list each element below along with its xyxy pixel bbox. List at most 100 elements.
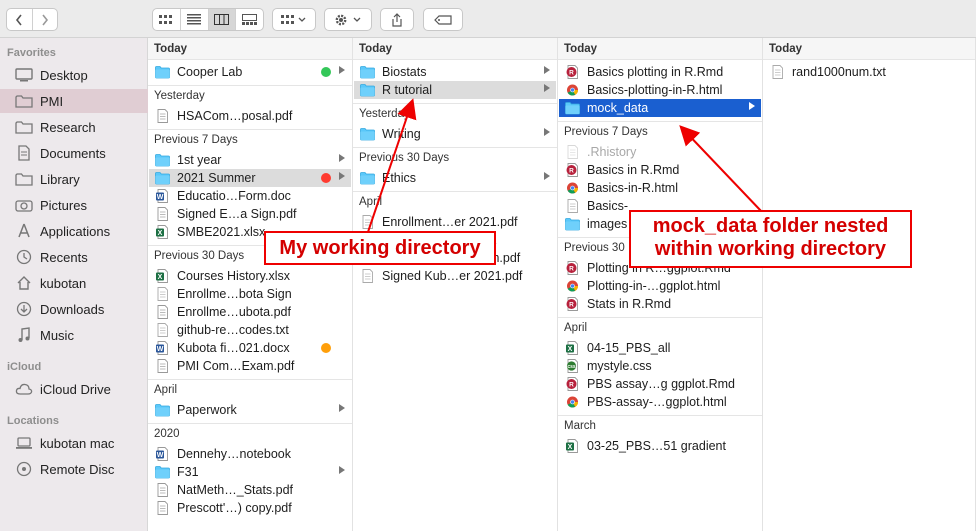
- item-name: github-re…codes.txt: [177, 323, 289, 337]
- folder-row[interactable]: mock_data: [559, 99, 761, 117]
- text-file-icon: [362, 269, 373, 283]
- tag-icon-wrap[interactable]: [424, 9, 462, 30]
- sidebar-item-applications[interactable]: Applications: [0, 219, 148, 243]
- column-view-button[interactable]: [208, 9, 237, 30]
- file-row[interactable]: Basics-plotting-in-R.html: [559, 81, 761, 99]
- favorites-heading: Favorites: [7, 47, 56, 59]
- action-dropdown[interactable]: [324, 8, 372, 31]
- item-name: PBS-assay-…ggplot.html: [587, 395, 727, 409]
- sidebar-item-recents[interactable]: Recents: [0, 245, 148, 269]
- sidebar-item-label: Downloads: [40, 301, 105, 317]
- file-row[interactable]: HSACom…posal.pdf: [149, 107, 351, 125]
- disclosure-chevron-icon: [544, 128, 550, 136]
- file-row[interactable]: Signed Kub…er 2021.pdf: [354, 267, 556, 285]
- folder-icon: [360, 172, 375, 185]
- folder-icon: [565, 102, 580, 115]
- sidebar-item-label: PMI: [40, 93, 64, 109]
- sidebar-item-kubotan[interactable]: kubotan: [0, 271, 148, 295]
- folder-row[interactable]: 2021 Summer: [149, 169, 351, 187]
- item-name: Basics-plotting-in-R.html: [587, 83, 723, 97]
- section-header: Today: [558, 38, 762, 60]
- action-button[interactable]: [325, 9, 371, 30]
- file-row[interactable]: PBS-assay-…ggplot.html: [559, 393, 761, 411]
- file-row[interactable]: W Dennehy…notebook: [149, 445, 351, 463]
- file-row[interactable]: Signed E…a Sign.pdf: [149, 205, 351, 223]
- folder-icon: [565, 218, 580, 231]
- file-row[interactable]: W Kubota fi…021.docx: [149, 339, 351, 357]
- item-name: PMI Com…Exam.pdf: [177, 359, 295, 373]
- sidebar-item-pictures[interactable]: Pictures: [0, 193, 148, 217]
- list-view-button[interactable]: [181, 9, 209, 30]
- sidebar-item-downloads[interactable]: Downloads: [0, 297, 148, 321]
- section-header: April: [353, 191, 557, 211]
- file-row[interactable]: W Educatio…Form.doc: [149, 187, 351, 205]
- share-button[interactable]: [380, 8, 414, 31]
- folder-row[interactable]: 1st year: [149, 151, 351, 169]
- icon-view-button[interactable]: [153, 9, 181, 30]
- file-row[interactable]: Basics-in-R.html: [559, 179, 761, 197]
- file-row[interactable]: PMI Com…Exam.pdf: [149, 357, 351, 375]
- column-2021-summer: Today Biostats R tutorial Yesterday Writing P…: [353, 38, 558, 531]
- file-row[interactable]: R Basics plotting in R.Rmd: [559, 63, 761, 81]
- share-icon-wrap[interactable]: [381, 9, 413, 30]
- sidebar-item-kubotan-mac[interactable]: kubotan mac: [0, 431, 148, 455]
- group-by-dropdown[interactable]: [272, 8, 316, 31]
- sidebar-item-label: Library: [40, 171, 80, 187]
- file-row[interactable]: rand1000num.txt: [764, 63, 974, 81]
- file-row[interactable]: X 04-15_PBS_all: [559, 339, 761, 357]
- folder-row[interactable]: Ethics: [354, 169, 556, 187]
- sidebar-item-remote-disc[interactable]: Remote Disc: [0, 457, 148, 481]
- tags-button[interactable]: [423, 8, 463, 31]
- forward-button[interactable]: [33, 9, 58, 30]
- file-row[interactable]: NatMeth…_Stats.pdf: [149, 481, 351, 499]
- file-row[interactable]: github-re…codes.txt: [149, 321, 351, 339]
- folder-row[interactable]: Paperwork: [149, 401, 351, 419]
- folder-row[interactable]: R tutorial: [354, 81, 556, 99]
- folder-row[interactable]: Biostats: [354, 63, 556, 81]
- sidebar-item-library[interactable]: Library: [0, 167, 148, 191]
- back-button[interactable]: [7, 9, 33, 30]
- file-row[interactable]: Plotting-in-…ggplot.html: [559, 277, 761, 295]
- folder-icon: [155, 404, 170, 417]
- folder-row[interactable]: Writing: [354, 125, 556, 143]
- gallery-view-button[interactable]: [236, 9, 263, 30]
- desktop-icon: [14, 67, 34, 83]
- section-header: 2020: [148, 423, 352, 443]
- item-name: 04-15_PBS_all: [587, 341, 671, 355]
- item-name: Enrollme…bota Sign: [177, 287, 292, 301]
- file-row[interactable]: R PBS assay…g ggplot.Rmd: [559, 375, 761, 393]
- file-row[interactable]: Prescott'…) copy.pdf: [149, 499, 351, 517]
- sidebar-item-music[interactable]: Music: [0, 323, 148, 347]
- file-row[interactable]: R Stats in R.Rmd: [559, 295, 761, 313]
- clock-icon: [14, 249, 34, 265]
- file-row[interactable]: .Rhistory: [559, 143, 761, 161]
- icloud-heading: iCloud: [7, 361, 42, 373]
- file-row[interactable]: Enrollme…bota Sign: [149, 285, 351, 303]
- sidebar-item-desktop[interactable]: Desktop: [0, 63, 148, 87]
- sidebar-item-pmi[interactable]: PMI: [0, 89, 148, 113]
- rmd-file-icon: R: [566, 261, 578, 275]
- group-by-button[interactable]: [273, 9, 315, 30]
- svg-text:X: X: [158, 274, 163, 281]
- file-row[interactable]: Enrollment…er 2021.pdf: [354, 213, 556, 231]
- document-icon: [14, 145, 34, 161]
- file-row[interactable]: X 03-25_PBS…51 gradient: [559, 437, 761, 455]
- sidebar-item-documents[interactable]: Documents: [0, 141, 148, 165]
- text-file-icon: [157, 323, 168, 337]
- folder-row[interactable]: Cooper Lab: [149, 63, 351, 81]
- file-row[interactable]: R Basics in R.Rmd: [559, 161, 761, 179]
- file-row[interactable]: Enrollme…ubota.pdf: [149, 303, 351, 321]
- sidebar-item-label: Desktop: [40, 67, 88, 83]
- mock-data-callout: mock_data folder nested within working d…: [629, 210, 912, 268]
- pdf-file-icon: [157, 359, 168, 373]
- sidebar-item-research[interactable]: Research: [0, 115, 148, 139]
- disclosure-chevron-icon: [339, 404, 345, 412]
- section-header: Previous 7 Days: [148, 129, 352, 149]
- svg-text:css: css: [567, 364, 576, 370]
- section-header: April: [148, 379, 352, 399]
- file-row[interactable]: css mystyle.css: [559, 357, 761, 375]
- sidebar-item-icloud-drive[interactable]: iCloud Drive: [0, 377, 148, 401]
- file-row[interactable]: X Courses History.xlsx: [149, 267, 351, 285]
- color-tag-dot: [321, 343, 331, 353]
- folder-row[interactable]: F31: [149, 463, 351, 481]
